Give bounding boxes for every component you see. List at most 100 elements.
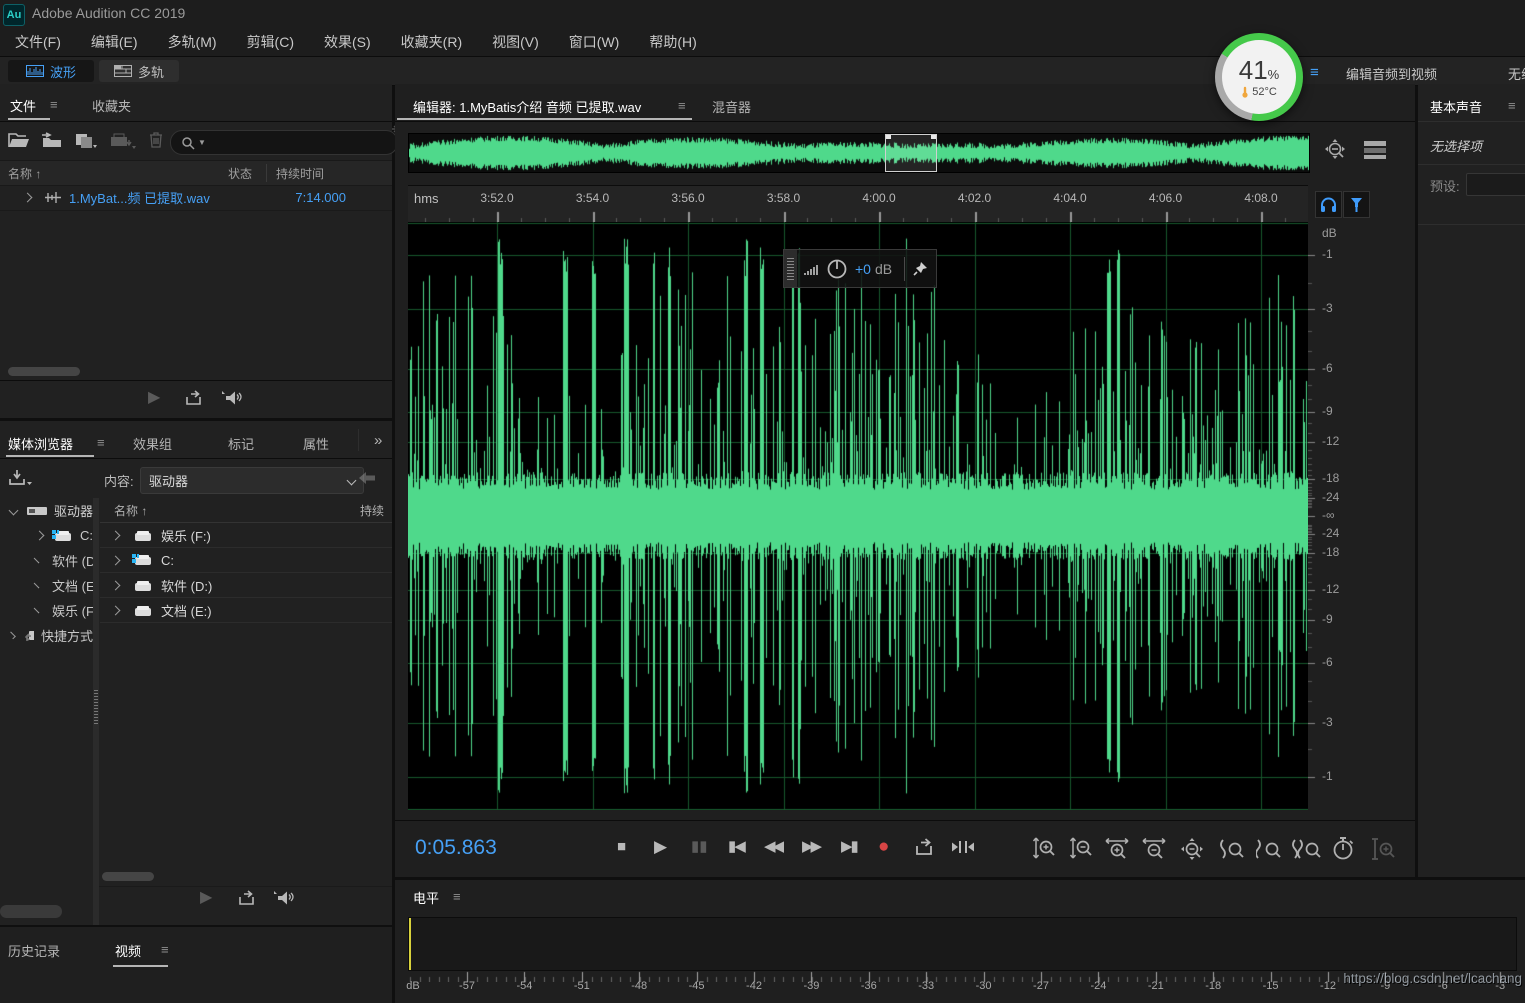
files-hscrollbar[interactable] [8,367,80,376]
batch-export-button[interactable] [110,132,136,149]
waveform-overview-strip[interactable] [408,133,1310,173]
multitrack-view-button[interactable]: 多轨 [99,60,179,82]
fast-forward-button[interactable]: ▶▶ [802,839,822,854]
media-list-header[interactable]: 名称 ↑ 持续 [100,498,392,523]
file-name[interactable]: 1.MyBat...频 已提取.wav [69,188,210,207]
rewind-button[interactable]: ◀◀ [764,839,784,854]
tab-markers[interactable]: 标记 [228,434,254,453]
tree-item-shortcuts[interactable]: 快捷方式 [0,623,93,648]
hud-drag-handle[interactable] [784,250,797,287]
preview-volume-button[interactable] [220,388,242,406]
pin-marker-button[interactable] [1343,191,1370,218]
zoom-in-amplitude-button[interactable] [1032,836,1058,862]
tab-effects-rack[interactable]: 效果组 [133,434,172,453]
zoom-to-out-point-button[interactable] [1256,838,1282,861]
media-col-name[interactable]: 名称 ↑ [114,502,147,519]
col-duration[interactable]: 持续时间 [276,165,324,182]
pause-button[interactable]: ▮▮ [691,839,708,854]
waveform-view-button[interactable]: 波形 [8,60,94,82]
media-panel-menu-icon[interactable]: ≡ [97,435,105,450]
timer-button[interactable] [1332,836,1356,862]
tree-item-drive[interactable]: 软件 (D:) [0,548,93,573]
files-panel-menu-icon[interactable]: ≡ [50,97,58,112]
menu-item[interactable]: 文件(F) [0,32,76,52]
zoom-playhead-button[interactable] [1370,837,1396,862]
zoom-reset-button[interactable] [1179,837,1205,862]
tree-item-drive[interactable]: 娱乐 (F:) [0,598,93,623]
preset-dropdown[interactable] [1466,173,1525,196]
play-button[interactable]: ▶ [654,838,667,855]
back-button[interactable] [358,471,376,485]
tab-files[interactable]: 文件 [10,96,36,115]
zoom-out-amplitude-button[interactable] [1069,836,1095,862]
editor-menu-icon[interactable]: ≡ [678,98,686,113]
media-col-duration[interactable]: 持续 [360,502,384,519]
level-meter[interactable] [408,917,1517,971]
zoom-full-button[interactable] [1323,139,1349,163]
tab-overflow-icon[interactable]: » [374,432,382,449]
workspace-menu-icon[interactable]: ≡ [1310,64,1319,81]
skip-to-start-button[interactable]: ▮◀ [728,839,746,854]
overview-view-selection[interactable] [885,134,937,172]
recorder-gauge[interactable]: 41% 52°C [1215,33,1303,121]
tree-item-drive[interactable]: 文档 (E:) [0,573,93,598]
drive-row[interactable]: 文档 (E:) [100,598,392,623]
zoom-out-time-button[interactable] [1141,838,1169,862]
menu-item[interactable]: 窗口(W) [554,32,635,52]
loop-playback-button[interactable] [913,838,935,857]
tab-mixer[interactable]: 混音器 [712,97,751,116]
files-header-row[interactable]: 名称 ↑ 状态 持续时间 [0,160,392,186]
menu-item[interactable]: 多轨(M) [153,32,232,52]
search-input[interactable]: ▼ [170,130,398,155]
playhead-time-display[interactable]: 0:05.863 [415,836,497,860]
essential-sound-menu-icon[interactable]: ≡ [1508,98,1516,113]
tab-editor[interactable]: 编辑器: 1.MyBatis介绍 音频 已提取.wav [413,97,641,116]
media-list-hscrollbar[interactable] [102,872,154,881]
workspace-item-active[interactable]: 编辑音频到视频 [1346,64,1437,83]
waveform-display[interactable]: +0 dB [408,222,1308,810]
tab-levels[interactable]: 电平 [413,888,439,907]
open-file-button[interactable] [8,132,30,149]
amplitude-ruler[interactable]: dB -1 -1 -3 -3 -6 -6 -9 -9 -12 -12 -18 -18 -24 -24 -∞ [1308,222,1415,810]
col-name[interactable]: 名称 ↑ [8,165,41,182]
menu-item[interactable]: 收藏夹(R) [386,32,477,52]
volume-hud[interactable]: +0 dB [783,249,937,288]
monitor-headphones-button[interactable] [1315,191,1342,218]
delete-button[interactable] [148,131,164,149]
col-status[interactable]: 状态 [228,165,252,182]
media-import-button[interactable] [8,469,34,487]
skip-selection-button[interactable] [951,839,975,855]
menu-item[interactable]: 效果(S) [309,32,386,52]
content-dropdown[interactable]: 驱动器 [140,467,364,494]
zoom-in-time-button[interactable] [1104,838,1132,862]
drive-row[interactable]: C: [100,548,392,573]
menu-item[interactable]: 视图(V) [477,32,554,52]
tab-history[interactable]: 历史记录 [8,941,60,960]
record-button[interactable]: ● [878,836,889,858]
tab-essential-sound[interactable]: 基本声音 [1430,97,1482,116]
tab-properties[interactable]: 属性 [303,434,329,453]
expand-chevron-icon[interactable] [22,192,33,203]
tree-item-drive[interactable]: C: [0,523,93,548]
gain-knob-icon[interactable] [826,258,848,280]
menu-item[interactable]: 编辑(E) [76,32,153,52]
zoom-to-selection-button[interactable] [1292,838,1322,861]
stop-button[interactable]: ■ [617,839,626,854]
tree-list-splitter[interactable] [93,498,99,925]
skip-to-end-button[interactable]: ▶▮ [841,839,859,854]
hud-pin-icon[interactable] [913,261,928,276]
timeline-ruler[interactable]: hms 3:52.0 3:54.0 3:56.0 3:58.0 4:00.0 4:02.0… [408,185,1308,223]
drive-row[interactable]: 娱乐 (F:) [100,523,392,548]
new-content-button[interactable] [74,132,98,149]
drive-row[interactable]: 软件 (D:) [100,573,392,598]
file-row[interactable]: 1.MyBat...频 已提取.wav 7:14.000 [0,185,392,210]
media-loop-button[interactable] [237,890,257,907]
tab-favorites[interactable]: 收藏夹 [92,96,131,115]
loop-playback-button[interactable] [184,390,204,407]
menu-item[interactable]: 剪辑(C) [232,32,309,52]
zoom-to-in-point-button[interactable] [1219,838,1245,861]
video-panel-menu-icon[interactable]: ≡ [161,942,169,957]
workspace-item-clipped[interactable]: 无线电广播 [1508,64,1525,83]
channels-view-button[interactable] [1363,140,1387,160]
menu-item[interactable]: 帮助(H) [634,32,711,52]
